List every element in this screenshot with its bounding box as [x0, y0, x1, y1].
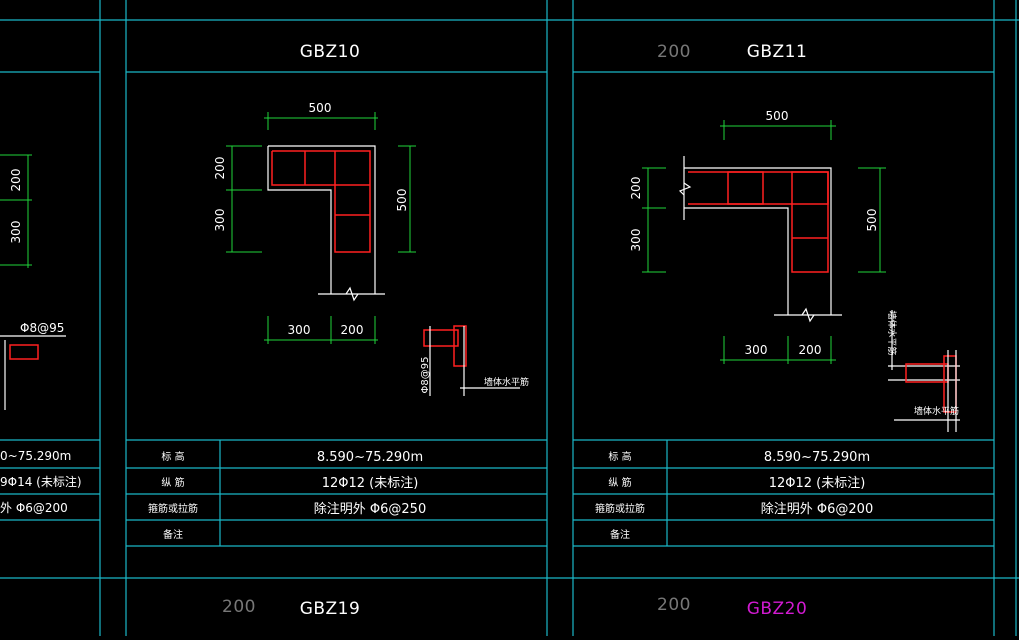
gbz20-tag: 200	[657, 595, 691, 615]
gbz10-panel: GBZ10 500 200 300 500 300 200 墙体水平筋 Φ8@9…	[148, 42, 529, 541]
gbz11-value-long: 12Φ12 (未标注)	[769, 476, 866, 491]
gbz10-label-elev: 标 高	[161, 450, 184, 463]
gbz19-tag: 200	[222, 597, 256, 617]
left-dim-200: 200	[9, 169, 23, 192]
gbz11-value-tie: 除注明外 Φ6@200	[761, 502, 873, 517]
gbz11-dim-top: 500	[766, 109, 789, 123]
gbz11-panel: 200 GBZ11 500 200 300 500 300 200 墙体水平筋 …	[595, 42, 960, 541]
gbz11-tag: 200	[657, 42, 691, 62]
gbz11-rebar-cage	[688, 171, 829, 273]
gbz10-dim-bottom-right: 200	[341, 323, 364, 337]
gbz10-dim-bottom-left: 300	[288, 323, 311, 337]
gbz11-dims: 500 200 300 500 300 200	[629, 109, 886, 364]
gbz11-label-tie: 箍筋或拉筋	[595, 502, 645, 515]
gbz10-table: 标 高 纵 筋 箍筋或拉筋 备注 8.590~75.290m 12Φ12 (未标…	[148, 450, 426, 541]
gbz11-dim-right: 500	[865, 209, 879, 232]
left-partial-panel: 200 300 Φ8@95 0~75.290m 9Φ14 (未标注) 外 Φ6@…	[0, 154, 82, 515]
left-dims: 200 300	[0, 154, 32, 268]
gbz10-dim-top: 500	[309, 101, 332, 115]
gbz10-detail: 墙体水平筋 Φ8@95	[420, 325, 529, 396]
gbz11-detail-label-a: 墙体水平筋	[886, 310, 898, 355]
gbz11-detail-label-b: 墙体水平筋	[914, 405, 959, 417]
gbz11-detail: 墙体水平筋 墙体水平筋	[886, 310, 960, 432]
gbz11-dim-bottom-right: 200	[799, 343, 822, 357]
left-row-tie: 外 Φ6@200	[0, 501, 68, 515]
gbz10-label-long: 纵 筋	[161, 476, 184, 489]
cad-drawing: 200 300 Φ8@95 0~75.290m 9Φ14 (未标注) 外 Φ6@…	[0, 0, 1019, 636]
gbz10-label-tie: 箍筋或拉筋	[148, 502, 198, 515]
left-dim-300: 300	[9, 221, 23, 244]
left-row-long: 9Φ14 (未标注)	[0, 474, 82, 489]
gbz19-title: GBZ19	[300, 599, 361, 619]
left-rebar-note: Φ8@95	[20, 321, 64, 335]
gbz10-dim-right: 500	[395, 189, 409, 212]
gbz10-label-note: 备注	[163, 528, 183, 541]
gbz10-detail-label: 墙体水平筋	[484, 376, 529, 388]
gbz10-value-long: 12Φ12 (未标注)	[322, 476, 419, 491]
gbz11-value-elev: 8.590~75.290m	[764, 450, 870, 465]
gbz11-dim-left-lower: 300	[629, 229, 643, 252]
gbz10-rebar-cage	[271, 150, 371, 253]
gbz20-title: GBZ20	[747, 599, 808, 619]
gbz10-value-tie: 除注明外 Φ6@250	[314, 502, 426, 517]
gbz11-dim-left-upper: 200	[629, 177, 643, 200]
left-detail-tie	[9, 344, 39, 360]
gbz11-label-long: 纵 筋	[608, 476, 631, 489]
gbz10-value-elev: 8.590~75.290m	[317, 450, 423, 465]
gbz11-label-note: 备注	[610, 528, 630, 541]
gbz10-outline	[268, 145, 376, 294]
gbz10-dim-left-lower: 300	[213, 209, 227, 232]
gbz11-label-elev: 标 高	[608, 450, 631, 463]
bottom-row: 200 GBZ19 200 GBZ20	[222, 595, 807, 619]
gbz11-title: GBZ11	[747, 42, 808, 62]
gbz10-dims: 500 200 300 500 300 200	[213, 101, 416, 344]
frame-grid	[0, 0, 1019, 636]
gbz10-dim-left-upper: 200	[213, 157, 227, 180]
left-row-elev: 0~75.290m	[0, 449, 71, 463]
gbz11-dim-bottom-left: 300	[745, 343, 768, 357]
gbz11-table: 标 高 纵 筋 箍筋或拉筋 备注 8.590~75.290m 12Φ12 (未标…	[595, 450, 873, 541]
gbz10-detail-rebar: Φ8@95	[420, 357, 431, 394]
gbz10-title: GBZ10	[300, 42, 361, 62]
